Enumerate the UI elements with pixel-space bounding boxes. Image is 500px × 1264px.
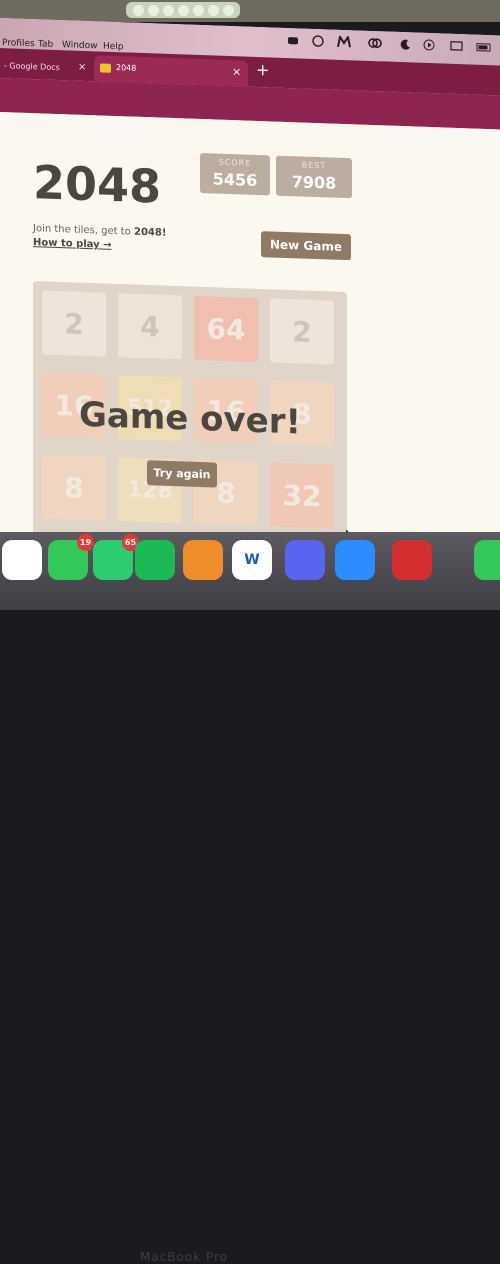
- tab-google-docs[interactable]: - Google Docs ×: [0, 54, 92, 81]
- globe-icon[interactable]: [310, 32, 326, 51]
- best-value: 7908: [291, 172, 337, 193]
- decoration-strip: [126, 2, 240, 18]
- game-title: 2048: [33, 155, 162, 214]
- device-brand: MacBook Pro: [140, 1250, 229, 1264]
- close-icon[interactable]: ×: [232, 65, 241, 78]
- battery-icon[interactable]: [474, 38, 494, 57]
- new-game-button[interactable]: New Game: [261, 231, 351, 261]
- dock: 19 65 W: [0, 532, 500, 622]
- zoom-icon[interactable]: [335, 540, 375, 580]
- menu-tab[interactable]: Tab: [38, 39, 53, 50]
- window-icon[interactable]: [448, 37, 464, 56]
- messages-icon[interactable]: 19: [48, 534, 94, 580]
- moon-icon[interactable]: [398, 35, 412, 53]
- spotify-icon[interactable]: [135, 540, 175, 580]
- best-box: BEST 7908: [276, 155, 352, 199]
- intro-text-bold: 2048!: [133, 226, 167, 239]
- score-box: SCORE 5456: [200, 152, 270, 196]
- creative-cloud-icon[interactable]: [366, 34, 384, 53]
- game-over-message: Game over!: [78, 394, 302, 443]
- chrome-icon[interactable]: [2, 540, 42, 580]
- app-label: W: [244, 552, 260, 568]
- close-icon[interactable]: ×: [78, 62, 86, 73]
- menu-help[interactable]: Help: [103, 42, 124, 53]
- facetime-icon[interactable]: 65: [93, 534, 139, 580]
- try-again-button[interactable]: Try again: [147, 460, 217, 488]
- laptop-screen: Profiles Tab Window Help - Google Docs ×…: [0, 18, 500, 596]
- photo-booth-icon[interactable]: [392, 540, 432, 580]
- m-app-icon[interactable]: [335, 33, 353, 52]
- word-icon[interactable]: W: [232, 540, 272, 580]
- camera-icon[interactable]: [285, 31, 301, 50]
- favicon-icon: [100, 63, 111, 73]
- intro-text-plain: Join the tiles, get to: [33, 223, 131, 238]
- score-label: SCORE: [218, 157, 252, 168]
- tab-title: 2048: [116, 63, 137, 73]
- laptop-bezel: MacBook Pro: [0, 610, 500, 1264]
- books-icon[interactable]: [183, 540, 223, 580]
- how-to-play-link[interactable]: How to play →: [33, 237, 112, 251]
- new-tab-button[interactable]: +: [256, 60, 269, 79]
- desk-background: [0, 0, 500, 22]
- best-label: BEST: [301, 160, 327, 171]
- score-value: 5456: [212, 169, 258, 190]
- play-icon[interactable]: [422, 36, 436, 54]
- game-page: 2048 SCORE 5456 BEST 7908 Join the tiles…: [0, 112, 500, 596]
- tab-title: - Google Docs: [4, 61, 60, 73]
- intro-text: Join the tiles, get to 2048!: [33, 223, 166, 239]
- messages-partial-icon[interactable]: [474, 540, 500, 580]
- discord-icon[interactable]: [285, 540, 325, 580]
- notification-badge: 19: [77, 534, 94, 551]
